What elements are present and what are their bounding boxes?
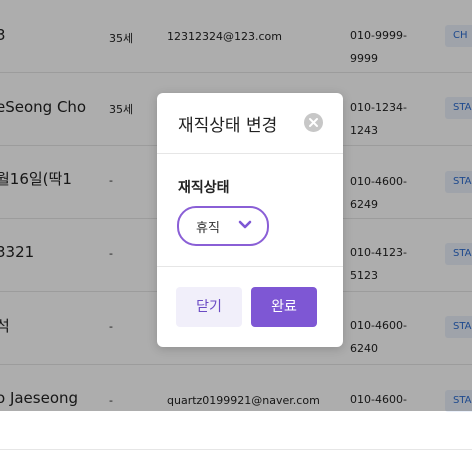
modal-title: 재직상태 변경 bbox=[178, 116, 278, 136]
employment-status-modal: 재직상태 변경 재직상태 휴직 닫기 완료 bbox=[157, 93, 343, 347]
employment-status-select[interactable]: 휴직 bbox=[177, 206, 269, 246]
chevron-down-icon bbox=[238, 220, 252, 229]
select-value: 휴직 bbox=[196, 221, 220, 236]
close-button[interactable]: 닫기 bbox=[176, 287, 242, 327]
modal-divider bbox=[157, 153, 343, 154]
modal-divider bbox=[157, 266, 343, 267]
done-button[interactable]: 완료 bbox=[251, 287, 317, 327]
field-label: 재직상태 bbox=[178, 180, 230, 196]
close-icon[interactable] bbox=[304, 113, 323, 132]
